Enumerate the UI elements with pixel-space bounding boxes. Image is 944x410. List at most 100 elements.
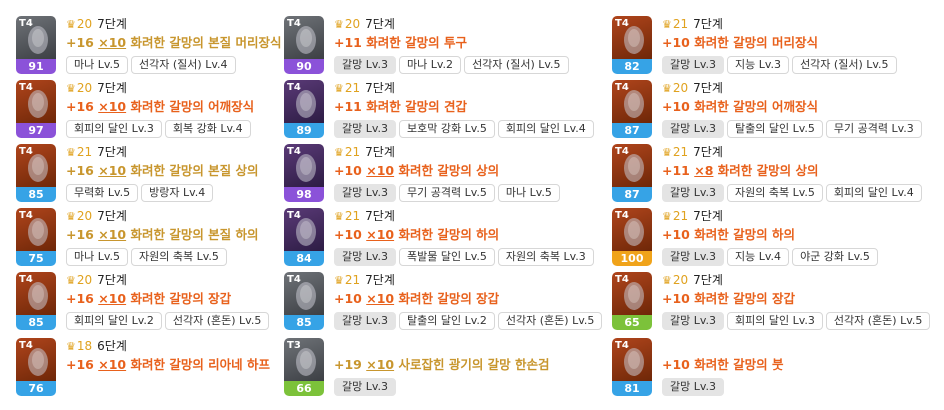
equipment-item[interactable]: T4 89 ♛21 7단계 +11 화려한 갈망의 견갑 갈망 Lv.3 보호막 강화 Lv… [284,80,604,138]
engraving-badge: 자원의 축복 Lv.5 [131,248,227,266]
engraving-badge: 갈망 Lv.3 [662,120,725,138]
engraving-list: 갈망 Lv.3 지능 Lv.3 선각자 (질서) Lv.5 [662,53,932,74]
equipment-item[interactable]: T4 84 ♛21 7단계 +10 ×10 화려한 갈망의 하의 갈망 Lv.3 폭발물 달… [284,208,604,266]
item-level: 100 [612,251,652,266]
item-icon: T4 84 [284,208,324,266]
equipment-item[interactable]: T4 65 ♛20 7단계 +10 화려한 갈망의 장갑갈망 Lv.3 회피의 달인 Lv… [612,272,932,330]
item-icon: T4 87 [612,80,652,138]
equipment-item[interactable]: T4 87 ♛21 7단계 +11 ×8 화려한 갈망의 상의 갈망 Lv.3 자원의 축복… [612,144,932,202]
multiplier: ×10 [98,357,127,372]
item-title: 화려한 갈망의 상의 [394,163,500,178]
item-icon: T4 65 [612,272,652,330]
equipment-item[interactable]: T4 82 ♛21 7단계 +10 화려한 갈망의 머리장식 갈망 Lv.3 지능 Lv.3… [612,16,932,74]
crown-icon: ♛ [662,210,672,223]
engraving-badge: 갈망 Lv.3 [662,56,725,74]
item-title: 화려한 갈망의 장갑 [694,291,795,306]
upgrade-level: +11 [334,35,362,50]
equipment-item[interactable]: T4 100 ♛21 7단계 +10 화려한 갈망의 하의 갈망 Lv.3 지능 Lv.4 야… [612,208,932,266]
upgrade-level: +16 [66,357,94,372]
item-name: +10 ×10 화려한 갈망의 하의 [334,225,604,244]
item-name: +10 화려한 갈망의 하의 [662,225,932,244]
multiplier: ×10 [98,163,127,178]
equipment-item[interactable]: T4 87 ♛20 7단계 +10 화려한 갈망의 어깨장식 갈망 Lv.3 탈출의 달인 … [612,80,932,138]
equipment-item[interactable]: T4 90 ♛20 7단계 +11 화려한 갈망의 투구 갈망 Lv.3 마나 Lv.2 선각… [284,16,604,74]
engraving-badge: 갈망 Lv.3 [662,248,725,266]
equipment-item[interactable]: T4 81 +10 화려한 갈망의 붓 갈망 Lv.3 [612,338,932,396]
item-icon: T4 75 [16,208,56,266]
engraving-badge: 탈출의 달인 Lv.5 [727,120,823,138]
equipment-item[interactable]: T4 85 ♛21 7단계 +10 ×10 화려한 갈망의 장갑 갈망 Lv.3 탈출의 달… [284,272,604,330]
multiplier: ×10 [98,35,127,50]
upgrade-level: +10 [662,227,690,242]
tier-label: T4 [615,210,629,221]
crown-icon: ♛ [66,274,76,287]
engraving-list: 갈망 Lv.3 마나 Lv.2 선각자 (질서) Lv.5 [334,53,604,74]
stage-label: 7단계 [97,17,127,31]
item-icon: T4 98 [284,144,324,202]
upgrade-level: +10 [662,357,690,372]
crown-icon: ♛ [334,18,344,31]
crown-icon: ♛ [662,274,672,287]
equipment-item[interactable]: T4 98 ♛21 7단계 +10 ×10 화려한 갈망의 상의 갈망 Lv.3 무기 공격… [284,144,604,202]
item-title: 화려한 갈망의 장갑 [394,291,500,306]
engraving-badge: 선각자 (혼돈) Lv.5 [164,312,270,330]
upgrade-level: +10 [662,291,690,306]
stage-label: 7단계 [365,81,395,95]
engraving-list: 갈망 Lv.3 회피의 달인 Lv.3 선각자 (혼돈) Lv.5 [662,309,932,330]
engraving-badge: 회피의 달인 Lv.4 [497,120,594,138]
engraving-badge: 회피의 달인 Lv.3 [66,120,162,138]
stage-label: 6단계 [97,339,127,353]
engraving-list: 갈망 Lv.3 보호막 강화 Lv.5 회피의 달인 Lv.4 [334,117,604,138]
item-level: 90 [284,59,324,74]
quality-value: 21 [344,81,361,95]
item-level: 87 [612,187,652,202]
item-title: 화려한 갈망의 본질 상의 [126,163,259,178]
item-title: 화려한 갈망의 어깨장식 [694,99,818,114]
quality-value: 20 [672,273,689,287]
engraving-badge: 갈망 Lv.3 [662,184,725,202]
engraving-badge: 회피의 달인 Lv.4 [825,184,922,202]
quality-line: ♛20 7단계 [662,80,932,97]
engraving-badge: 자원의 축복 Lv.3 [497,248,594,266]
crown-icon: ♛ [66,340,76,353]
equipment-item[interactable]: T3 66 +19 ×10 사로잡힌 광기의 갈망 한손검 갈망 Lv.3 [284,338,604,396]
tier-label: T4 [287,146,301,157]
engraving-badge: 선각자 (질서) Lv.5 [792,56,897,74]
item-icon: T4 90 [284,16,324,74]
item-name: +10 ×10 화려한 갈망의 상의 [334,161,604,180]
item-icon: T4 91 [16,16,56,74]
item-icon: T4 81 [612,338,652,396]
item-title: 사로잡힌 광기의 갈망 한손검 [394,357,550,372]
engraving-badge: 회복 강화 Lv.4 [164,120,251,138]
quality-value: 21 [344,145,361,159]
crown-icon: ♛ [662,146,672,159]
upgrade-level: +10 [334,291,362,306]
engraving-badge: 회피의 달인 Lv.2 [66,312,162,330]
engraving-badge: 마나 Lv.5 [497,184,560,202]
engraving-badge: 무력화 Lv.5 [66,184,139,202]
tier-label: T4 [615,274,629,285]
item-name: +10 화려한 갈망의 머리장식 [662,33,932,52]
quality-line: ♛21 7단계 [662,208,932,225]
multiplier: ×10 [366,291,395,306]
engraving-list: 갈망 Lv.3 무기 공격력 Lv.5 마나 Lv.5 [334,181,604,202]
item-title: 화려한 갈망의 본질 하의 [126,227,259,242]
engraving-list: 갈망 Lv.3 지능 Lv.4 야군 강화 Lv.5 [662,245,932,266]
quality-value: 21 [344,273,361,287]
item-title: 화려한 갈망의 붓 [694,357,784,372]
engraving-badge: 무기 공격력 Lv.3 [825,120,922,138]
tier-label: T4 [19,18,33,29]
stage-label: 7단계 [693,273,723,287]
quality-line: ♛21 7단계 [334,144,604,161]
quality-line: ♛21 7단계 [334,272,604,289]
multiplier: ×10 [366,357,395,372]
quality-value: 20 [672,81,689,95]
multiplier: ×10 [98,227,127,242]
engraving-badge: 갈망 Lv.3 [334,120,397,138]
upgrade-level: +11 [334,99,362,114]
quality-line: ♛21 7단계 [334,208,604,225]
engraving-badge: 마나 Lv.5 [66,56,129,74]
item-level: 87 [612,123,652,138]
multiplier: ×10 [366,163,395,178]
stage-label: 7단계 [365,209,395,223]
